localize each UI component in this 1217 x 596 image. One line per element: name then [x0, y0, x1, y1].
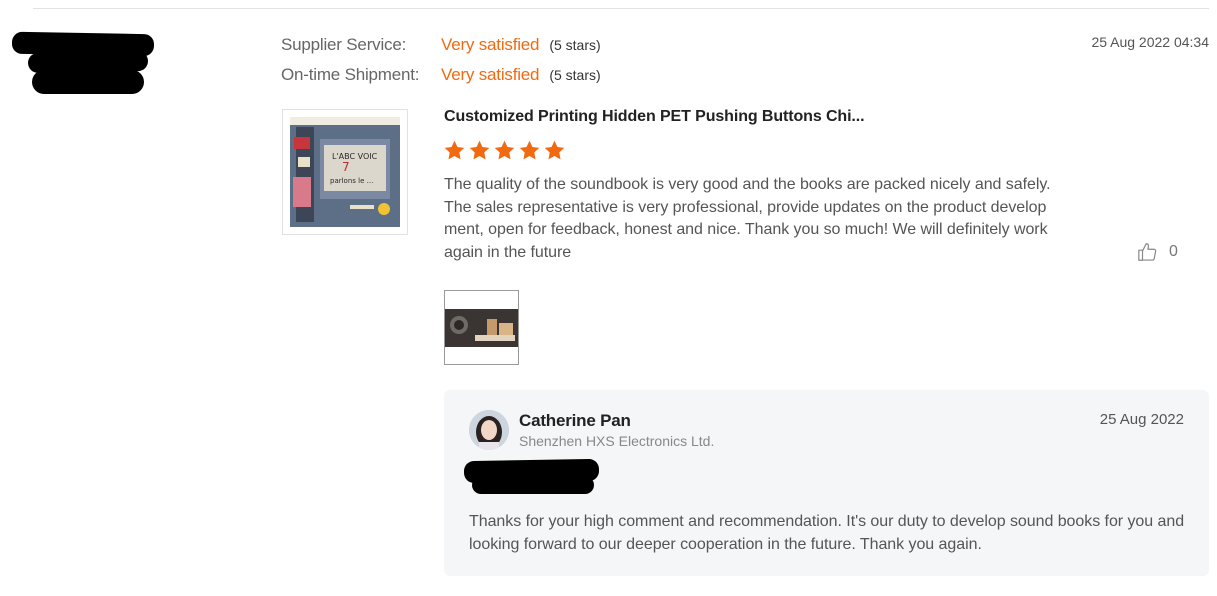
svg-text:parlons le ...: parlons le ...	[330, 177, 373, 185]
rating-row-on-time-shipment: On-time Shipment: Very satisfied (5 star…	[281, 64, 601, 86]
product-title[interactable]: Customized Printing Hidden PET Pushing B…	[444, 108, 865, 126]
reply-date: 25 Aug 2022	[1099, 411, 1184, 428]
star-icon	[444, 140, 465, 160]
review-photo-image	[445, 291, 518, 364]
rating-value: Very satisfied	[441, 35, 540, 54]
star-icon	[519, 140, 540, 160]
rating-label: Supplier Service:	[281, 35, 407, 54]
book-cover-image: L'ABC VOIC 7 parlons le ...	[290, 117, 400, 227]
review-photo[interactable]	[444, 290, 519, 365]
star-icon	[494, 140, 515, 160]
product-thumbnail[interactable]: L'ABC VOIC 7 parlons le ...	[282, 109, 408, 235]
star-rating	[443, 139, 566, 162]
rating-stars-text: (5 stars)	[549, 67, 601, 83]
star-icon	[469, 140, 490, 160]
like-button[interactable]: 0	[1137, 241, 1178, 263]
rating-row-supplier-service: Supplier Service: Very satisfied (5 star…	[281, 34, 601, 56]
replier-name: Catherine Pan	[519, 411, 631, 430]
rating-stars-text: (5 stars)	[549, 37, 601, 53]
reply-text: Thanks for your high comment and recomme…	[469, 513, 1185, 553]
avatar	[469, 410, 509, 450]
review-date: 25 Aug 2022 04:34	[1091, 34, 1209, 50]
svg-text:7: 7	[342, 160, 350, 174]
thumbs-up-icon	[1138, 243, 1157, 261]
review-comment: The quality of the soundbook is very goo…	[444, 176, 1051, 261]
supplier-reply: Catherine Pan Shenzhen HXS Electronics L…	[444, 390, 1209, 576]
rating-label: On-time Shipment:	[281, 65, 420, 84]
top-divider	[33, 8, 1209, 9]
svg-text:L'ABC VOIC: L'ABC VOIC	[332, 152, 378, 161]
rating-value: Very satisfied	[441, 65, 540, 84]
like-count: 0	[1169, 243, 1178, 260]
star-icon	[544, 140, 565, 160]
replier-company[interactable]: Shenzhen HXS Electronics Ltd.	[519, 433, 714, 449]
